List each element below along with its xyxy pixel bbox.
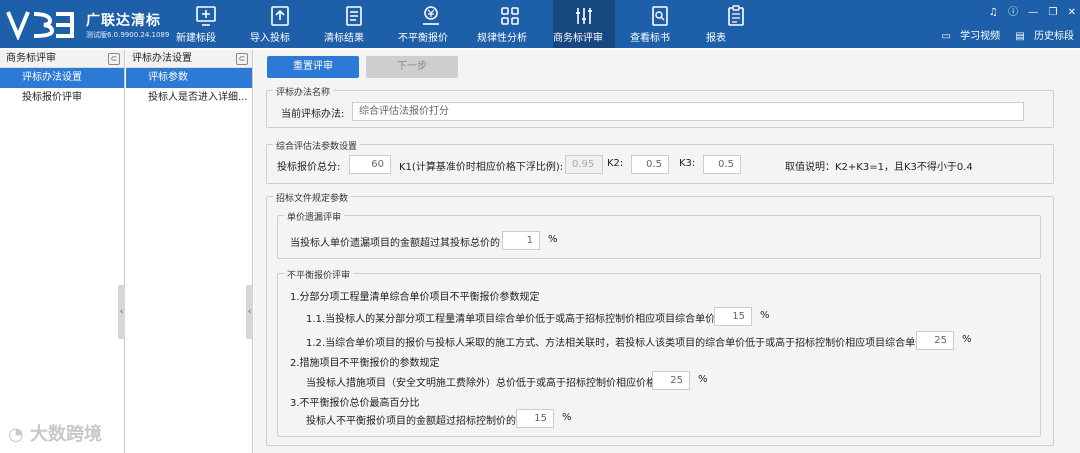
unbalanced-group: 不平衡报价评审 1.分部分项工程量清单综合单价项目不平衡报价参数规定 1.1.当… [277, 268, 1041, 437]
total-score-field[interactable]: 60 [349, 155, 391, 174]
watermark-logo-icon: ◔ [8, 424, 24, 445]
section-1-title: 1.分部分项工程量清单综合单价项目不平衡报价参数规定 [290, 292, 540, 303]
import-bid-icon [271, 6, 289, 26]
tree-item-detailed-entry[interactable]: 投标人是否进入详细... [126, 88, 252, 108]
group-title: 综合评估法参数设置 [273, 139, 361, 152]
tender-params-group: 招标文件规定参数 单价遗漏评审 当投标人单价遗漏项目的金额超过其投标总价的 1 … [266, 191, 1054, 446]
next-step-button[interactable]: 下一步 [366, 56, 458, 78]
nav-pattern-analysis[interactable]: 规律性分析 [477, 0, 543, 48]
watermark: ◔ 大数跨境 [8, 424, 102, 445]
tree-item-quote-review[interactable]: 投标报价评审 [0, 88, 124, 108]
nav-view-doc[interactable]: 查看标书 [630, 0, 690, 48]
folder-icon: ▤ [1015, 31, 1025, 42]
nav-result[interactable]: 清标结果 [324, 0, 384, 48]
section-3-title: 3.不平衡报价总价最高百分比 [290, 398, 420, 409]
nav-new-bid[interactable]: 新建标段 [176, 0, 236, 48]
method-group: 评标办法名称 当前评标办法: 综合评估法报价打分 [266, 85, 1054, 128]
result-list-icon [346, 6, 362, 26]
k3-field[interactable]: 0.5 [703, 155, 741, 174]
percent-unit: % [962, 334, 972, 345]
info-icon[interactable]: ⓘ [1008, 3, 1018, 18]
k1-label: K1(计算基准价时相应价格下浮比例): [399, 162, 564, 173]
section-1-2-field[interactable]: 25 [916, 331, 954, 350]
nav-report[interactable]: 报表 [706, 0, 766, 48]
total-score-label: 投标报价总分: [277, 162, 341, 173]
params-note: 取值说明：K2+K3=1，且K3不得小于0.4 [785, 162, 973, 173]
collapse-icon[interactable]: ⊂ [108, 53, 120, 65]
collapse-icon[interactable]: ⊂ [236, 53, 248, 65]
section-3-1-text: 投标人不平衡报价项目的金额超过招标控制价的 [306, 416, 516, 427]
nav-import-bid[interactable]: 导入投标 [250, 0, 310, 48]
brand-version: 测试版6.0.9900.24.1089 [86, 31, 170, 39]
k3-label: K3: [679, 158, 696, 169]
section-2-1-text: 当投标人措施项目（安全文明施工费除外）总价低于或高于招标控制价相应价格 [306, 378, 656, 389]
pattern-analysis-icon [501, 7, 519, 25]
brand-name: 广联达清标 [86, 13, 161, 29]
k1-field[interactable]: 0.95 [565, 155, 603, 174]
group-title: 评标办法名称 [273, 85, 334, 98]
window-controls: ♫ ⓘ — ❐ ✕ [976, 3, 1076, 18]
method-settings-pane: 评标办法设置 ⊂ 评标参数 投标人是否进入详细... [126, 50, 253, 453]
section-2-title: 2.措施项目不平衡报价的参数规定 [290, 358, 440, 369]
percent-unit: % [562, 412, 572, 423]
group-title: 招标文件规定参数 [273, 191, 352, 204]
percent-unit: % [760, 310, 770, 321]
business-review-icon [576, 8, 592, 24]
new-bid-icon [196, 6, 216, 26]
pane-title: 商务标评审 ⊂ [0, 50, 124, 68]
omission-group: 单价遗漏评审 当投标人单价遗漏项目的金额超过其投标总价的 1 % [277, 210, 1041, 259]
unbalanced-quote-icon [423, 6, 439, 25]
headset-icon[interactable]: ♫ [989, 7, 998, 18]
pane-title: 评标办法设置 ⊂ [126, 50, 252, 68]
view-doc-icon [652, 6, 668, 26]
close-icon[interactable]: ✕ [1068, 7, 1076, 18]
restore-icon[interactable]: ❐ [1048, 7, 1057, 18]
minimize-icon[interactable]: — [1028, 7, 1038, 18]
percent-unit: % [548, 234, 558, 245]
omission-text: 当投标人单价遗漏项目的金额超过其投标总价的 [290, 238, 500, 249]
method-label: 当前评标办法: [281, 109, 345, 120]
group-title: 单价遗漏评审 [284, 210, 345, 223]
business-review-pane: 商务标评审 ⊂ 评标办法设置 投标报价评审 [0, 50, 125, 453]
section-2-1-field[interactable]: 25 [652, 371, 690, 390]
report-icon [728, 5, 744, 26]
omission-field[interactable]: 1 [502, 231, 540, 250]
section-1-1-field[interactable]: 15 [714, 307, 752, 326]
learning-video-link[interactable]: ▭ 学习视频 [936, 31, 1001, 42]
section-1-2-text: 1.2.当综合单价项目的报价与投标人采取的施工方式、方法相关联时，若投标人该类项… [306, 338, 926, 349]
brand-logo-icon [6, 11, 74, 40]
reset-review-button[interactable]: 重置评审 [267, 56, 359, 78]
brand: 广联达清标 测试版6.0.9900.24.1089 [6, 4, 196, 44]
group-title: 不平衡报价评审 [284, 268, 354, 281]
tree-item-eval-params[interactable]: 评标参数 [126, 68, 252, 88]
k2-field[interactable]: 0.5 [631, 155, 669, 174]
nav-business-review[interactable]: 商务标评审 [553, 0, 615, 48]
history-bid-link[interactable]: ▤ 历史标段 [1009, 31, 1074, 42]
pane-splitter-handle[interactable]: ‹ [118, 285, 125, 339]
nav-unbalanced[interactable]: 不平衡报价 [398, 0, 464, 48]
params-group: 综合评估法参数设置 投标报价总分: 60 K1(计算基准价时相应价格下浮比例):… [266, 139, 1054, 184]
main-content: 重置评审 下一步 评标办法名称 当前评标办法: 综合评估法报价打分 综合评估法参… [254, 50, 1080, 453]
pane-splitter-handle[interactable]: ‹ [246, 285, 253, 339]
method-name-field[interactable]: 综合评估法报价打分 [352, 102, 1024, 121]
percent-unit: % [698, 374, 708, 385]
top-bar: 广联达清标 测试版6.0.9900.24.1089 新建标段 导入投标 清标结果… [0, 0, 1080, 48]
k2-label: K2: [607, 158, 624, 169]
section-3-1-field[interactable]: 15 [516, 409, 554, 428]
monitor-icon: ▭ [941, 31, 951, 42]
tree-item-method-settings[interactable]: 评标办法设置 [0, 68, 124, 88]
section-1-1-text: 1.1.当投标人的某分部分项工程量清单项目综合单价低于或高于招标控制价相应项目综… [306, 314, 716, 325]
help-links: ▭ 学习视频 ▤ 历史标段 [930, 27, 1074, 42]
